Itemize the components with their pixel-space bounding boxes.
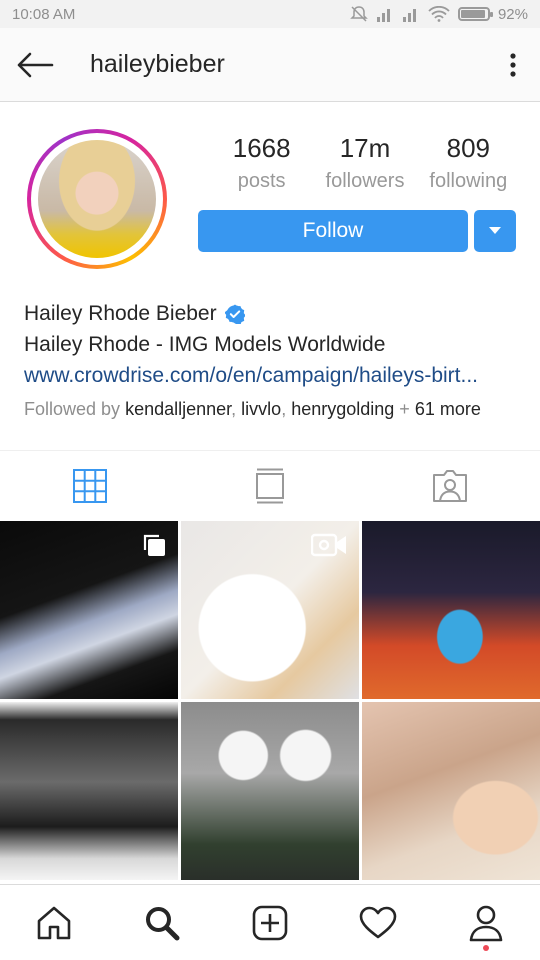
post-thumbnail[interactable] bbox=[0, 521, 178, 699]
followed-by-plus: + bbox=[399, 399, 410, 419]
stat-label: followers bbox=[325, 170, 405, 192]
follower-name[interactable]: livvlo bbox=[241, 399, 281, 419]
video-icon bbox=[311, 533, 346, 557]
home-icon bbox=[37, 906, 71, 939]
battery-icon bbox=[457, 7, 493, 21]
avatar bbox=[38, 140, 156, 258]
stat-value: 1668 bbox=[232, 133, 291, 163]
post-thumbnail[interactable] bbox=[181, 521, 359, 699]
verified-badge-icon bbox=[224, 304, 245, 324]
tab-tagged[interactable] bbox=[360, 451, 540, 520]
notification-dot bbox=[483, 945, 489, 951]
signal-icon bbox=[402, 9, 416, 22]
signal-icon bbox=[376, 9, 390, 22]
mute-icon bbox=[350, 6, 368, 22]
bio-link[interactable]: www.crowdrise.com/o/en/campaign/haileys-… bbox=[24, 360, 524, 391]
stat-value: 809 bbox=[446, 133, 491, 163]
follower-name[interactable]: henrygolding bbox=[291, 399, 394, 419]
tab-feed[interactable] bbox=[180, 451, 360, 520]
battery-percent: 92% bbox=[497, 5, 528, 23]
activity-heart-icon bbox=[359, 906, 397, 938]
nav-search[interactable] bbox=[108, 885, 216, 960]
post-thumbnail[interactable] bbox=[0, 702, 178, 880]
tagged-icon bbox=[433, 469, 467, 502]
nav-profile[interactable] bbox=[432, 885, 540, 960]
multiple-photos-icon bbox=[143, 534, 165, 556]
arrow-left-icon bbox=[17, 52, 54, 77]
back-button[interactable] bbox=[0, 28, 70, 102]
caret-down-icon bbox=[489, 227, 501, 234]
followed-by-more[interactable]: 61 more bbox=[415, 399, 481, 419]
add-post-icon bbox=[252, 905, 288, 940]
status-icons: 92% bbox=[350, 5, 528, 23]
more-options-button[interactable] bbox=[486, 28, 540, 102]
status-bar: 10:08 AM 92% bbox=[0, 0, 540, 28]
bio-text: Hailey Rhode - IMG Models Worldwide bbox=[24, 333, 386, 356]
bottom-nav bbox=[0, 884, 540, 960]
nav-new-post[interactable] bbox=[216, 885, 324, 960]
tab-grid[interactable] bbox=[0, 451, 180, 520]
story-ring[interactable] bbox=[27, 129, 167, 269]
followed-by[interactable]: Followed by kendalljenner, livvlo, henry… bbox=[24, 399, 524, 420]
stat-posts: 1668 posts bbox=[210, 132, 313, 198]
nav-home[interactable] bbox=[0, 885, 108, 960]
page-title: haileybieber bbox=[90, 50, 225, 78]
suggested-accounts-button[interactable] bbox=[474, 210, 516, 252]
profile-name: Hailey Rhode Bieber bbox=[24, 302, 217, 325]
profile-bio: Hailey Rhode Bieber Hailey Rhode - IMG M… bbox=[24, 298, 524, 420]
post-thumbnail[interactable] bbox=[181, 702, 359, 880]
post-thumbnail[interactable] bbox=[362, 521, 540, 699]
follow-button[interactable]: Follow bbox=[198, 210, 468, 252]
kebab-menu-icon bbox=[510, 52, 516, 77]
post-thumbnail[interactable] bbox=[362, 702, 540, 880]
search-icon bbox=[146, 906, 180, 940]
follower-name[interactable]: kendalljenner bbox=[125, 399, 231, 419]
profile-tabs bbox=[0, 450, 540, 520]
nav-activity[interactable] bbox=[324, 885, 432, 960]
profile-stats: 1668 posts 17m followers 809 following bbox=[210, 132, 520, 198]
status-time: 10:08 AM bbox=[12, 5, 76, 23]
wifi-icon bbox=[428, 6, 450, 22]
stat-value: 17m bbox=[339, 133, 391, 163]
post-grid bbox=[0, 521, 540, 880]
top-bar: haileybieber bbox=[0, 28, 540, 102]
feed-icon bbox=[256, 468, 284, 503]
stat-label: following bbox=[429, 170, 508, 192]
stat-label: posts bbox=[237, 170, 286, 192]
followed-by-prefix: Followed by bbox=[24, 399, 121, 419]
profile-name-row: Hailey Rhode Bieber bbox=[24, 298, 524, 329]
stat-followers[interactable]: 17m followers bbox=[313, 132, 416, 198]
battery-level bbox=[460, 10, 485, 18]
grid-icon bbox=[73, 468, 107, 503]
stat-following[interactable]: 809 following bbox=[417, 132, 520, 198]
profile-icon bbox=[469, 905, 503, 941]
